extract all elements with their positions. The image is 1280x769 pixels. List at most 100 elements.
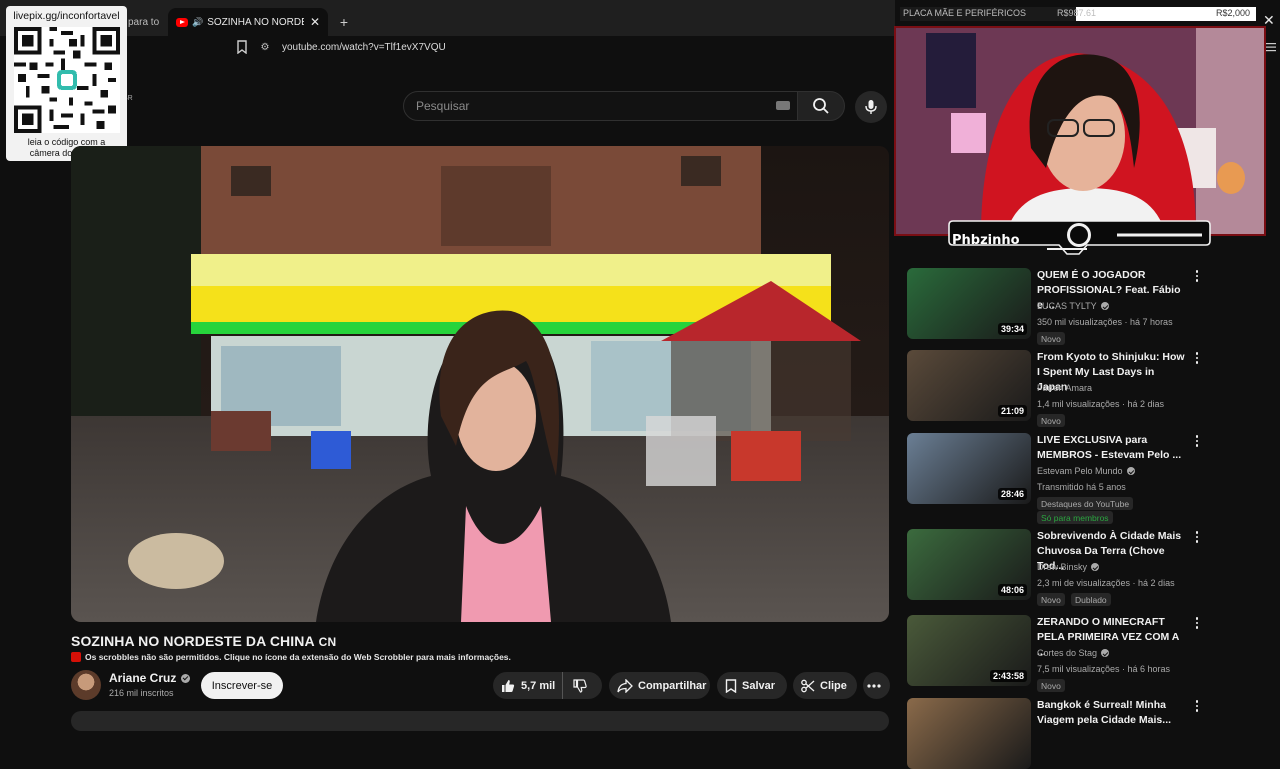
streamer-name: Phbzinho	[952, 233, 1020, 248]
video-duration: 48:06	[997, 584, 1027, 596]
youtube-favicon-icon	[176, 17, 188, 27]
bookmark-icon[interactable]	[236, 40, 248, 54]
keyboard-icon[interactable]	[776, 101, 790, 110]
more-vertical-icon[interactable]	[1193, 270, 1201, 284]
save-button[interactable]: Salvar	[717, 672, 787, 699]
thumbs-down-icon	[573, 678, 587, 693]
menu-dot	[1195, 617, 1199, 620]
more-vertical-icon[interactable]	[1193, 435, 1201, 449]
menu-dot	[1195, 709, 1199, 712]
recommendation-thumbnail[interactable]: 21:09	[907, 350, 1031, 421]
menu-icon[interactable]	[1266, 42, 1276, 52]
subscribe-button[interactable]: Inscrever-se	[201, 672, 283, 699]
recommendation-thumbnail[interactable]: 39:34	[907, 268, 1031, 339]
more-actions-button[interactable]	[863, 672, 890, 699]
more-vertical-icon[interactable]	[1193, 352, 1201, 366]
video-player[interactable]	[71, 146, 889, 622]
tab-active[interactable]: 🔊 SOZINHA NO NORDESTE DA CHINA ✕	[168, 8, 328, 36]
donation-goal-current: R$987.61	[1057, 8, 1097, 18]
video-title: SOZINHA NO NORDESTE DA CHINA CN	[71, 633, 336, 649]
menu-dot	[1195, 279, 1199, 282]
recommendation-channel[interactable]: Farren Amara	[1037, 383, 1092, 393]
tab-previous-title: para to	[128, 16, 160, 28]
dislike-button[interactable]	[563, 678, 602, 693]
like-button[interactable]: 5,7 mil	[493, 672, 563, 699]
thumbs-up-icon	[502, 679, 515, 692]
recommendation-meta: 2,3 mi de visualizações · há 2 dias	[1037, 578, 1175, 588]
tab-title: SOZINHA NO NORDESTE DA CHINA	[207, 16, 304, 28]
search-icon	[813, 98, 829, 114]
address-bar[interactable]: ⚙ youtube.com/watch?v=Tlf1evX7VQU	[256, 37, 895, 57]
menu-dot	[1195, 704, 1199, 707]
verified-icon	[1101, 649, 1110, 657]
recommendation-channel-name: Estevam Pelo Mundo	[1037, 466, 1123, 476]
recommendation-channel[interactable]: LUCAS TYLTY	[1037, 301, 1109, 311]
recommendation-badge: Novo	[1037, 414, 1065, 427]
recommendation-thumbnail[interactable]: 2:43:58	[907, 615, 1031, 686]
menu-dot	[1195, 352, 1199, 355]
recommendation-channel-name: Cortes do Stag	[1037, 648, 1098, 658]
menu-dot	[1195, 356, 1199, 359]
clip-button[interactable]: Clipe	[793, 672, 857, 699]
share-button[interactable]: Compartilhar	[609, 672, 710, 699]
recommendation-thumbnail[interactable]	[907, 698, 1031, 769]
search-button[interactable]	[797, 91, 845, 121]
verified-icon	[181, 673, 191, 683]
speaker-icon[interactable]: 🔊	[192, 17, 203, 28]
recommendation-channel[interactable]: Cortes do Stag	[1037, 648, 1110, 658]
menu-dot	[1195, 621, 1199, 624]
more-vertical-icon[interactable]	[1193, 617, 1201, 631]
close-tab-icon[interactable]: ✕	[310, 15, 320, 29]
clip-label: Clipe	[820, 679, 847, 692]
menu-dot	[1195, 540, 1199, 543]
like-dislike-group: 5,7 mil	[493, 672, 602, 699]
voice-search-button[interactable]	[855, 91, 887, 123]
search-placeholder: Pesquisar	[416, 99, 470, 113]
description-panel[interactable]	[71, 711, 889, 731]
menu-dot	[1195, 270, 1199, 273]
menu-dot	[1195, 535, 1199, 538]
search-input[interactable]: Pesquisar	[403, 91, 798, 121]
menu-dot	[1195, 274, 1199, 277]
channel-name[interactable]: Ariane Cruz	[109, 671, 191, 685]
recommendation-badge: Novo	[1037, 332, 1065, 345]
streamer-webcam	[894, 26, 1266, 236]
verified-icon	[1091, 563, 1100, 571]
recommendation-meta: Transmitido há 5 anos	[1037, 482, 1126, 492]
menu-dot	[1195, 700, 1199, 703]
tab-previous[interactable]: para to	[128, 8, 168, 36]
recommendation-meta: 350 mil visualizações · há 7 horas	[1037, 317, 1173, 327]
channel-avatar[interactable]	[71, 670, 101, 700]
like-count: 5,7 mil	[521, 679, 556, 692]
scissors-icon	[801, 679, 815, 692]
recommendation-channel[interactable]: Estevam Pelo Mundo	[1037, 466, 1135, 476]
flag-cn-icon: CN	[318, 635, 337, 649]
recommendation-channel[interactable]: Drew Binsky	[1037, 562, 1100, 572]
menu-dot	[1195, 444, 1199, 447]
menu-dot	[1195, 435, 1199, 438]
recommendation-channel-name: Drew Binsky	[1037, 562, 1088, 572]
more-vertical-icon[interactable]	[1193, 531, 1201, 545]
menu-dot	[1195, 361, 1199, 364]
recommendation-meta: 7,5 mil visualizações · há 6 horas	[1037, 664, 1171, 674]
recommendation-title[interactable]: LIVE EXCLUSIVA para MEMBROS - Estevam Pe…	[1037, 433, 1187, 463]
recommendation-thumbnail[interactable]: 28:46	[907, 433, 1031, 504]
more-horizontal-icon	[867, 683, 881, 688]
recommendation-badge: Novo	[1037, 593, 1065, 606]
recommendation-badge: Dublado	[1071, 593, 1111, 606]
new-tab-button[interactable]: +	[334, 8, 354, 36]
lastfm-scrobbler-icon	[71, 652, 81, 662]
recommendation-thumbnail[interactable]: 48:06	[907, 529, 1031, 600]
url-text: youtube.com/watch?v=Tlf1evX7VQU	[282, 41, 446, 53]
recommendation-channel-name: LUCAS TYLTY	[1037, 301, 1097, 311]
video-duration: 39:34	[997, 323, 1027, 335]
more-vertical-icon[interactable]	[1193, 700, 1201, 714]
recommendation-title[interactable]: Bangkok é Surreal! Minha Viagem pela Cid…	[1037, 698, 1187, 728]
scrobbler-notice-text: Os scrobbles não são permitidos. Clique …	[85, 652, 511, 662]
recommendation-badge: Só para membros	[1037, 511, 1113, 524]
donation-goal-label: PLACA MÃE E PERIFÉRICOS	[903, 8, 1027, 18]
recommendation-meta: 1,4 mil visualizações · há 2 dias	[1037, 399, 1165, 409]
webcam-image	[896, 28, 1264, 234]
scrobbler-notice: Os scrobbles não são permitidos. Clique …	[71, 652, 511, 662]
site-settings-icon[interactable]: ⚙	[256, 42, 274, 53]
